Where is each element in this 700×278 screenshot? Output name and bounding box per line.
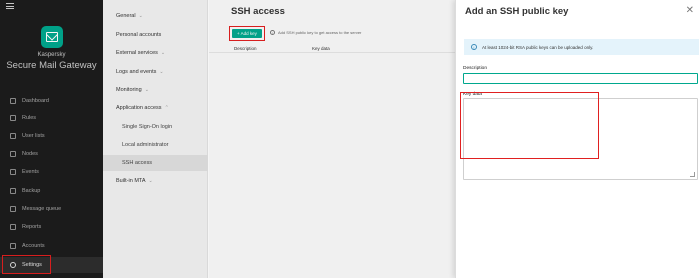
modal-overlay[interactable] bbox=[0, 0, 460, 278]
key-data-highlight-box bbox=[460, 92, 599, 159]
drawer-title: Add an SSH public key bbox=[465, 6, 569, 17]
description-field[interactable] bbox=[463, 73, 698, 84]
resize-handle-icon[interactable] bbox=[690, 172, 695, 177]
info-icon: i bbox=[471, 44, 477, 50]
close-icon[interactable]: ✕ bbox=[686, 5, 694, 16]
info-banner: i At least 1024-bit RSA public keys can … bbox=[464, 39, 699, 55]
add-ssh-key-drawer: Add an SSH public key ✕ i At least 1024-… bbox=[455, 0, 700, 278]
description-label: Description bbox=[463, 66, 487, 71]
